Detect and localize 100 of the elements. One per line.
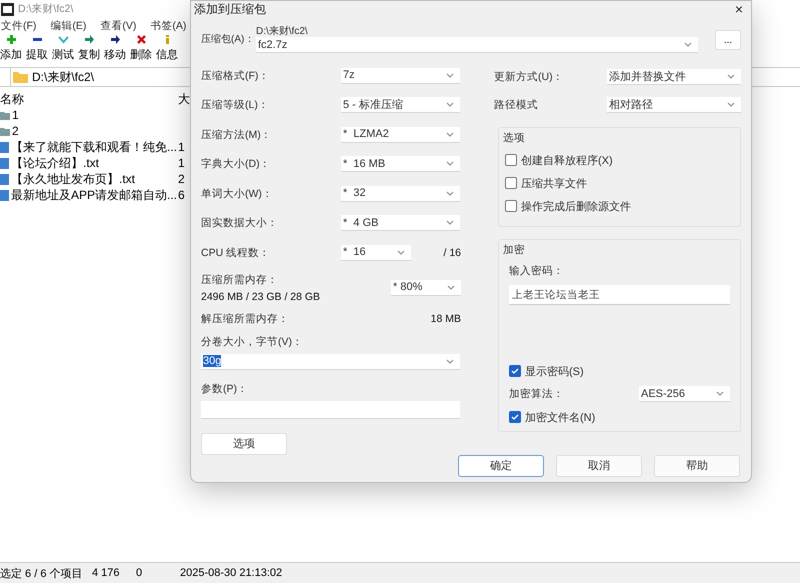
memory-value: 18 MB: [430, 312, 461, 324]
checkbox[interactable]: [509, 411, 521, 423]
arrow-right-icon: [84, 34, 94, 45]
label-text: 压缩方法(M)：: [201, 128, 273, 142]
chevron-down-icon: [446, 72, 454, 78]
check-icon: [511, 368, 519, 374]
checkbox[interactable]: [505, 200, 517, 212]
column-header[interactable]: 大: [178, 90, 190, 108]
dropdown[interactable]: * 32: [341, 186, 460, 202]
label-text: 加密算法：: [509, 387, 564, 401]
file-icon: [0, 158, 9, 168]
dropdown[interactable]: 7z: [341, 68, 460, 84]
folder-icon: [0, 110, 10, 120]
status-text: 2025-08-30 21:13:02: [180, 567, 282, 579]
file-icon: [0, 190, 9, 200]
browse-button[interactable]: ...: [715, 30, 741, 50]
file-name[interactable]: 【论坛介绍】.txt: [11, 154, 100, 172]
file-icon: [0, 142, 9, 152]
dropdown[interactable]: AES-256: [639, 386, 730, 402]
status-text: 选定 6 / 6 个项目: [0, 566, 84, 580]
thread-count: / 16: [443, 246, 461, 259]
menu-item[interactable]: 书签(A): [150, 19, 186, 33]
toolbar-button[interactable]: 删除: [130, 34, 152, 64]
file-size: 6: [178, 188, 185, 202]
toolbar-button[interactable]: 移动: [104, 34, 126, 64]
file-name[interactable]: 1: [12, 108, 19, 122]
dialog-button[interactable]: 确定: [458, 454, 544, 476]
dialog-button[interactable]: 帮助: [654, 454, 740, 476]
label-text: 压缩格式(F)：: [201, 68, 270, 83]
dropdown[interactable]: 5 - 标准压缩: [341, 97, 460, 114]
checkbox-label[interactable]: 显示密码(S): [525, 364, 584, 378]
checkbox[interactable]: [505, 154, 517, 166]
dialog-button[interactable]: 取消: [556, 454, 642, 476]
label-text: 单词大小(W)：: [201, 186, 274, 201]
chevron-down-icon: [446, 358, 454, 364]
dropdown[interactable]: 相对路径: [607, 97, 741, 113]
dropdown[interactable]: * 80%: [391, 280, 461, 296]
dropdown[interactable]: * 16 MB: [341, 156, 460, 172]
group-title: 选项: [503, 131, 526, 145]
dropdown[interactable]: 30g: [201, 354, 460, 370]
checkbox-label[interactable]: 创建自释放程序(X): [521, 152, 613, 168]
dropdown[interactable]: * 4 GB: [341, 215, 460, 232]
column-header[interactable]: 名称: [0, 90, 178, 108]
chevron-down-icon: [446, 161, 454, 166]
label-text: 输入密码：: [509, 264, 565, 278]
memory-value: 2496 MB / 23 GB / 28 GB: [201, 290, 320, 302]
x-icon: [136, 34, 146, 45]
chevron-down-icon: [447, 284, 455, 290]
close-button[interactable]: ×: [734, 1, 743, 17]
input-field[interactable]: [201, 400, 460, 418]
folder-icon: [13, 71, 28, 83]
toolbar-button[interactable]: 信息: [156, 34, 178, 64]
menu-item[interactable]: 编辑(E): [50, 19, 86, 33]
label-text: 固实数据大小：: [201, 216, 279, 230]
toolbar-button[interactable]: 添加: [0, 34, 22, 64]
dropdown[interactable]: * 16: [341, 244, 411, 261]
dropdown[interactable]: fc2.7z: [256, 37, 698, 53]
chevron-down-icon: [716, 391, 724, 396]
chevron-down-icon: [446, 190, 454, 196]
dropdown[interactable]: 添加并替换文件: [607, 69, 741, 85]
file-name[interactable]: 2: [12, 124, 19, 138]
window-title: D:\来财\fc2\: [18, 2, 74, 16]
toolbar-button[interactable]: 测试: [52, 34, 74, 64]
checkbox-label[interactable]: 压缩共享文件: [521, 176, 587, 190]
file-size: 2: [178, 172, 185, 186]
toolbar-button[interactable]: 复制: [78, 34, 100, 64]
label-text: 字典大小(D)：: [201, 157, 272, 172]
label-text: 路径模式: [494, 98, 539, 112]
file-name[interactable]: 【永久地址发布页】.txt: [11, 170, 136, 188]
toolbar-button[interactable]: 提取: [26, 34, 48, 64]
chevron-down-icon: [727, 102, 735, 107]
menu-item[interactable]: 查看(V): [100, 19, 136, 33]
checkbox[interactable]: [505, 177, 517, 189]
chevron-down-icon: [446, 220, 454, 226]
label-text: 更新方式(U)：: [494, 70, 565, 84]
group-title: 加密: [503, 243, 526, 257]
dropdown[interactable]: * LZMA2: [341, 126, 460, 143]
file-name[interactable]: 最新地址及APP请发邮箱自动...: [11, 186, 178, 204]
dialog-title: 添加到压缩包: [194, 1, 266, 18]
chevron-down-icon: [727, 74, 735, 79]
label-text: CPU 线程数：: [201, 246, 272, 260]
file-icon: [0, 174, 9, 184]
folder-icon: [0, 126, 10, 136]
check-icon: [511, 414, 519, 420]
label-text: 压缩包(A)：: [201, 32, 256, 46]
label-text: 分卷大小，字节(V)：: [201, 334, 304, 348]
options-button[interactable]: 选项: [201, 432, 287, 454]
checkbox-label[interactable]: 加密文件名(N): [525, 410, 596, 424]
label-text: 解压缩所需内存：: [201, 312, 289, 326]
chevron-down-icon: [58, 34, 68, 45]
password-field[interactable]: 上老王论坛当老王: [509, 285, 730, 305]
chevron-down-icon: [397, 250, 405, 255]
checkbox-label[interactable]: 操作完成后删除源文件: [521, 198, 631, 214]
chevron-down-icon: [446, 102, 454, 108]
file-name[interactable]: 【来了就能下载和观看！纯免...: [11, 138, 178, 156]
checkbox[interactable]: [509, 365, 521, 377]
status-text: 4 176: [92, 567, 121, 579]
status-text: 0: [136, 567, 144, 579]
menu-item[interactable]: 文件(F): [1, 19, 36, 33]
file-size: 1: [178, 156, 185, 170]
